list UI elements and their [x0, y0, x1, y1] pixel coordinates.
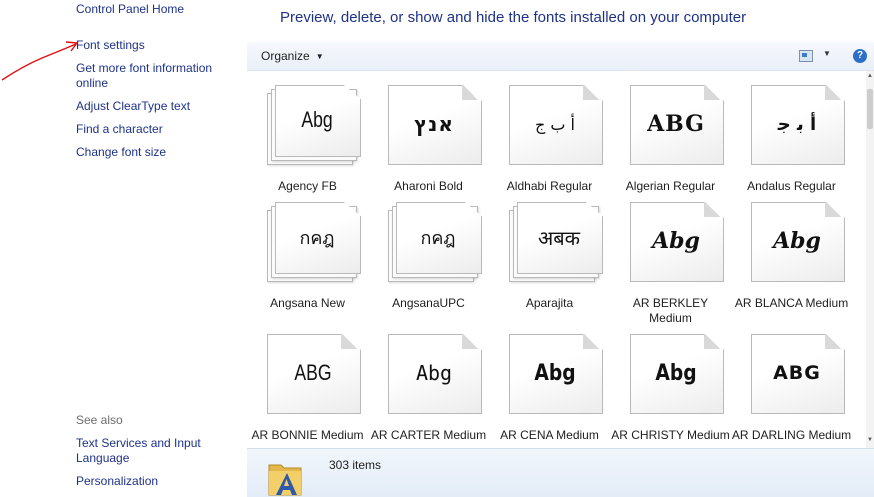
- font-name: Aparajita: [525, 296, 574, 310]
- font-thumbnail: אנץ: [388, 85, 482, 165]
- font-sample: Abg: [655, 360, 697, 386]
- font-sample: Abg: [415, 361, 453, 385]
- navigation-pane: Control Panel Home Font settings Get mor…: [0, 0, 246, 496]
- font-name: AR CARTER Medium: [370, 428, 487, 442]
- font-item-ar-cena-medium[interactable]: Abg AR CENA Medium: [489, 320, 610, 442]
- font-family-thumbnail: กคฎ: [388, 202, 482, 282]
- font-item-agency-fb[interactable]: Abg Agency FB: [247, 71, 368, 193]
- font-family-thumbnail: अबक: [509, 202, 603, 282]
- chevron-down-icon: ▼: [315, 52, 324, 61]
- organize-label: Organize: [261, 49, 310, 63]
- help-icon[interactable]: ?: [853, 49, 867, 63]
- change-font-size-link[interactable]: Change font size: [76, 145, 166, 160]
- font-sample: ﺃ ﺑ ﺟ: [777, 113, 817, 135]
- font-item-aldhabi-regular[interactable]: ﺃ ﺏ ﺝ Aldhabi Regular: [489, 71, 610, 193]
- font-name: AR BLANCA Medium: [734, 296, 849, 310]
- scroll-up-arrow-icon[interactable]: ▲: [867, 73, 873, 79]
- font-name: AngsanaUPC: [392, 296, 465, 310]
- font-sample: अबक: [537, 225, 581, 250]
- see-also-heading: See also: [76, 413, 123, 427]
- font-sample: Abg: [534, 360, 576, 386]
- font-item-andalus-regular[interactable]: ﺃ ﺑ ﺟ Andalus Regular: [731, 71, 852, 193]
- font-item-ar-darling-medium[interactable]: ABG AR DARLING Medium: [731, 320, 852, 442]
- font-item-algerian-regular[interactable]: ABG Algerian Regular: [610, 71, 731, 193]
- font-item-angsana-new[interactable]: กคฎ Angsana New: [247, 188, 368, 310]
- annotation-arrow: [1, 41, 79, 81]
- page-title: Preview, delete, or show and hide the fo…: [280, 9, 747, 26]
- font-item-ar-blanca-medium[interactable]: Abg AR BLANCA Medium: [731, 188, 852, 310]
- scroll-thumb[interactable]: [867, 89, 873, 129]
- font-sample: אנץ: [414, 112, 454, 136]
- organize-button[interactable]: Organize ▼: [261, 49, 324, 63]
- font-sample: กคฎ: [420, 227, 456, 249]
- font-name: Angsana New: [270, 296, 345, 310]
- font-sample: Abg: [773, 228, 821, 254]
- font-thumbnail: ABG: [630, 85, 724, 165]
- control-panel-home-link[interactable]: Control Panel Home: [76, 2, 184, 17]
- font-sample: ﺃ ﺏ ﺝ: [534, 114, 575, 134]
- details-pane: 303 items: [247, 448, 874, 497]
- vertical-scrollbar[interactable]: ▲ ▼: [866, 71, 874, 448]
- view-options-chevron-icon[interactable]: ▼: [823, 49, 831, 58]
- find-a-character-link[interactable]: Find a character: [76, 122, 163, 137]
- fonts-folder-icon: [268, 464, 302, 496]
- font-item-aparajita[interactable]: अबक Aparajita: [489, 188, 610, 310]
- font-family-thumbnail: กคฎ: [267, 202, 361, 282]
- change-view-icon[interactable]: [799, 50, 813, 62]
- font-grid: Abg Agency FB אנץ Aharoni Bold ﺃ ﺏ ﺝ Ald…: [247, 71, 867, 448]
- text-services-link[interactable]: Text Services and Input Language: [76, 436, 226, 466]
- font-item-angsanaupc[interactable]: กคฎ AngsanaUPC: [368, 188, 489, 310]
- font-sample: Abg: [301, 107, 333, 132]
- font-sample: ABG: [773, 362, 821, 384]
- font-sample: กคฎ: [299, 227, 335, 249]
- font-thumbnail: Abg: [630, 334, 724, 414]
- font-thumbnail: Abg: [388, 334, 482, 414]
- font-name: AR CHRISTY Medium: [611, 428, 730, 442]
- adjust-cleartype-link[interactable]: Adjust ClearType text: [76, 99, 190, 114]
- font-item-ar-carter-medium[interactable]: Abg AR CARTER Medium: [368, 320, 489, 442]
- font-sample: Abg: [652, 228, 700, 254]
- font-thumbnail: Abg: [509, 334, 603, 414]
- font-name: AR BONNIE Medium: [251, 428, 364, 442]
- font-item-ar-christy-medium[interactable]: Abg AR CHRISTY Medium: [610, 320, 731, 442]
- font-name: AR CENA Medium: [500, 428, 599, 442]
- scroll-down-arrow-icon[interactable]: ▼: [867, 437, 873, 443]
- font-family-thumbnail: Abg: [267, 85, 361, 165]
- font-settings-link[interactable]: Font settings: [76, 38, 145, 53]
- get-more-font-information-link[interactable]: Get more font information online: [76, 61, 236, 91]
- command-bar: Organize ▼ ▼ ?: [247, 42, 874, 71]
- font-thumbnail: ﺃ ﺏ ﺝ: [509, 85, 603, 165]
- font-name: AR DARLING Medium: [731, 428, 852, 442]
- font-thumbnail: Abg: [630, 202, 724, 282]
- font-sample: ABG: [647, 111, 705, 137]
- font-thumbnail: Abg: [751, 202, 845, 282]
- font-item-ar-bonnie-medium[interactable]: ABG AR BONNIE Medium: [247, 320, 368, 442]
- font-thumbnail: ﺃ ﺑ ﺟ: [751, 85, 845, 165]
- font-thumbnail: ABG: [267, 334, 361, 414]
- font-sample: ABG: [294, 360, 332, 385]
- font-item-aharoni-bold[interactable]: אנץ Aharoni Bold: [368, 71, 489, 193]
- personalization-link[interactable]: Personalization: [76, 474, 158, 489]
- font-thumbnail: ABG: [751, 334, 845, 414]
- font-item-ar-berkley-medium[interactable]: Abg AR BERKLEY Medium: [610, 188, 731, 325]
- item-count: 303 items: [329, 458, 382, 472]
